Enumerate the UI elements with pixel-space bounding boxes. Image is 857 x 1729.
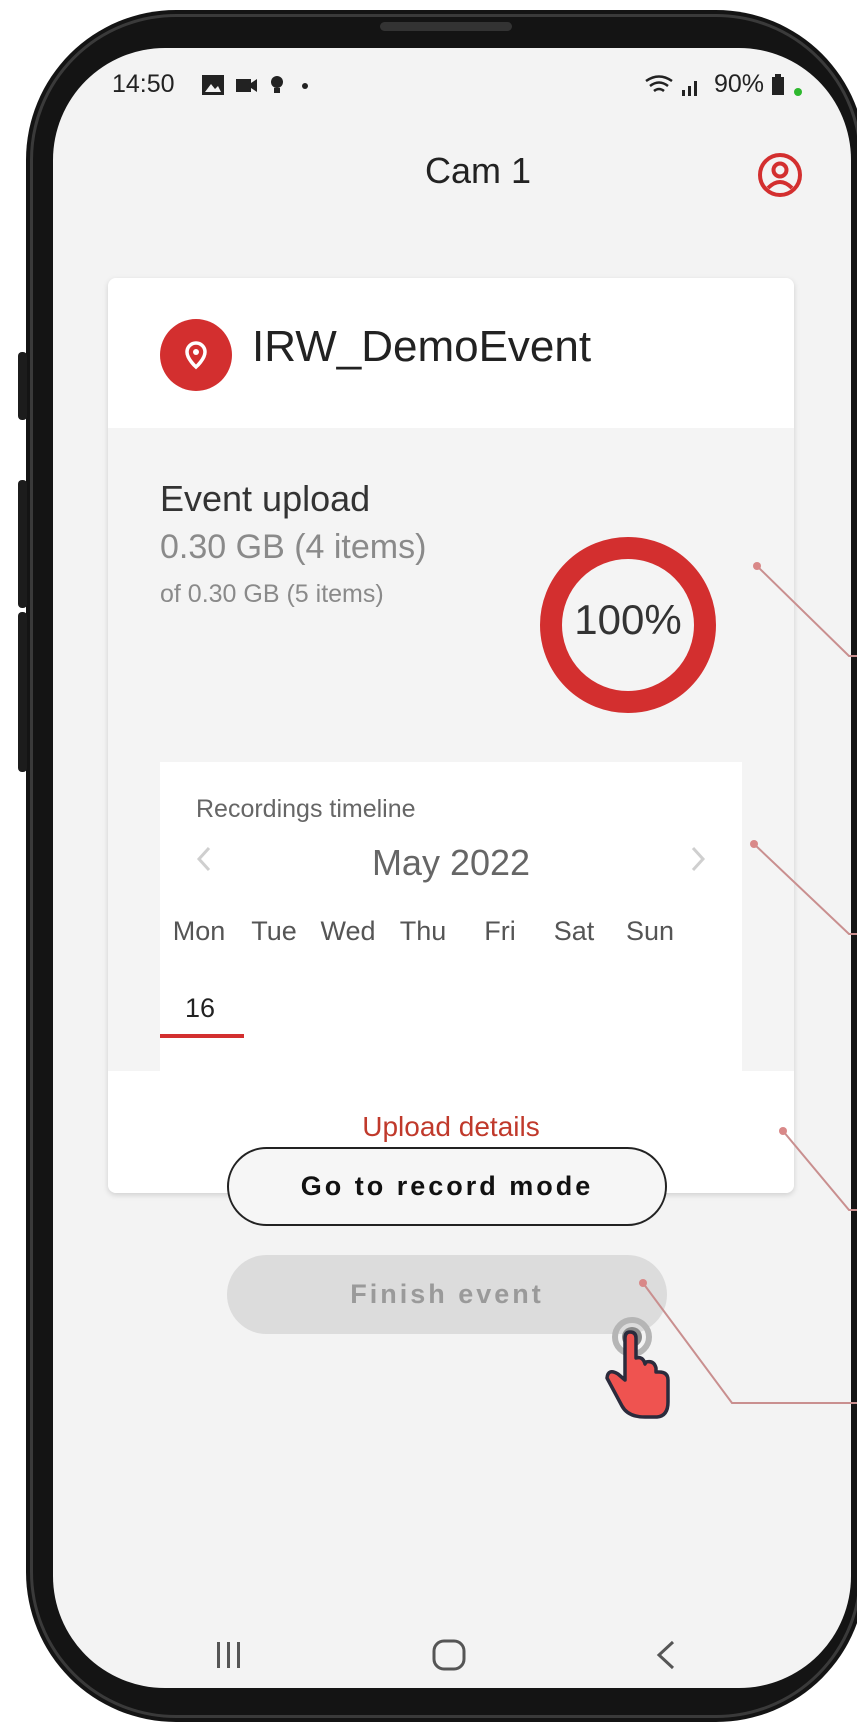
- dot-icon: [302, 83, 308, 89]
- chevron-right-icon[interactable]: [688, 844, 708, 882]
- recordings-timeline: Recordings timeline May 2022 Mon Tue Wed…: [160, 762, 742, 1072]
- video-icon: [236, 79, 257, 92]
- timeline-title: Recordings timeline: [196, 795, 416, 823]
- image-icon: [202, 75, 224, 95]
- upload-size: 0.30 GB (4 items): [160, 528, 427, 566]
- signal-icon: [682, 81, 697, 97]
- location-pin-icon: [160, 319, 232, 391]
- upload-total: of 0.30 GB (5 items): [160, 580, 384, 608]
- phone-screen: 14:50 90% Cam 1 IRW_DemoEvent Event uplo…: [53, 48, 851, 1688]
- volume-down-button: [18, 480, 27, 608]
- chevron-left-icon[interactable]: [194, 844, 214, 882]
- volume-up-button: [18, 352, 27, 420]
- battery-percent: 90%: [714, 70, 765, 98]
- power-button: [18, 612, 27, 772]
- page-title: Cam 1: [424, 150, 532, 191]
- weekday-thu: Thu: [399, 916, 447, 946]
- weekday-tue: Tue: [251, 916, 297, 946]
- weekday-wed: Wed: [320, 916, 376, 946]
- recent-apps-icon[interactable]: [209, 1638, 249, 1672]
- weekday-fri: Fri: [484, 916, 516, 946]
- timeline-date[interactable]: 16: [160, 993, 240, 1024]
- notification-icons: [202, 72, 332, 104]
- event-name: IRW_DemoEvent: [252, 322, 592, 371]
- record-mode-button[interactable]: Go to record mode: [227, 1147, 667, 1226]
- timeline-month: May 2022: [371, 842, 531, 883]
- account-circle-icon[interactable]: [757, 152, 803, 198]
- back-icon[interactable]: [653, 1638, 679, 1672]
- weekday-mon: Mon: [172, 916, 226, 946]
- selected-date-indicator: [160, 1034, 244, 1038]
- location-icon: [271, 76, 283, 93]
- upload-percent: 100%: [574, 596, 682, 643]
- wifi-icon: [645, 75, 673, 93]
- weekday-sun: Sun: [625, 916, 675, 946]
- upload-details-link[interactable]: Upload details: [108, 1111, 794, 1143]
- earpiece-speaker: [380, 22, 512, 31]
- status-time: 14:50: [112, 70, 175, 98]
- finish-event-button: Finish event: [227, 1255, 667, 1334]
- battery-icon: [772, 74, 784, 96]
- home-icon[interactable]: [431, 1638, 467, 1672]
- event-card-header: IRW_DemoEvent: [108, 278, 794, 428]
- event-card: IRW_DemoEvent Event upload 0.30 GB (4 it…: [108, 278, 794, 1193]
- weekday-sat: Sat: [553, 916, 595, 946]
- charging-dot: [794, 88, 802, 96]
- status-right: 90%: [644, 70, 785, 99]
- upload-title: Event upload: [160, 478, 371, 519]
